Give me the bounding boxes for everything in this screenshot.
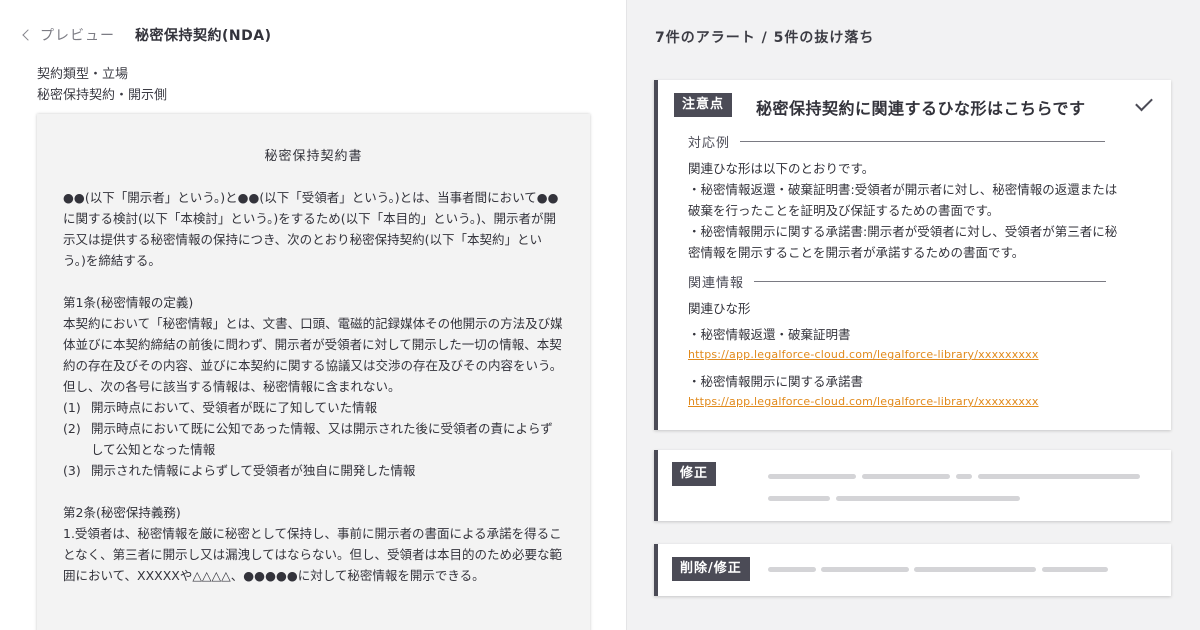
item-text: 開示された情報によらずして受領者が独自に開発した情報 <box>91 463 416 478</box>
item-text: 開示時点において既に公知であった情報、又は開示された後に受領者の責によらずして公… <box>91 421 553 457</box>
article2-body: 1.受領者は、秘密情報を厳に秘密として保持し、事前に開示者の書面による承諾を得る… <box>63 526 563 583</box>
response-line: ・秘密情報開示に関する承諾書:開示者が受領者に対し、受領者が第三者に秘密情報を開… <box>688 224 1118 260</box>
skeleton-line <box>768 474 856 479</box>
alert-card-delete-edit[interactable]: 削除/修正 <box>654 544 1171 596</box>
article1-heading: 第1条(秘密情報の定義) <box>63 295 194 310</box>
skeleton-line <box>956 474 972 479</box>
contract-type-value: 秘密保持契約・開示側 <box>37 88 168 103</box>
item-text: 開示時点において、受領者が既に了知していた情報 <box>91 400 378 415</box>
related-heading: 関連ひな形 <box>688 301 751 316</box>
skeleton-line <box>914 567 1036 572</box>
article1-item: (3) 開示された情報によらずして受領者が独自に開発した情報 <box>63 460 564 481</box>
item-number: (2) <box>63 421 81 436</box>
skeleton-line <box>768 567 816 572</box>
related-template-label: ・秘密情報開示に関する承諾書 <box>688 374 864 389</box>
related-template-link-wrap: https://app.legalforce-cloud.com/legalfo… <box>688 343 1118 365</box>
contract-type-label: 契約類型・立場 <box>37 67 129 82</box>
response-text: 関連ひな形は以下のとおりです。 ・秘密情報返還・破棄証明書:受領者が開示者に対し… <box>688 158 1118 263</box>
contract-meta: 契約類型・立場 秘密保持契約・開示側 <box>37 64 167 106</box>
response-line: ・秘密情報返還・破棄証明書:受領者が開示者に対し、秘密情報の返還または破棄を行っ… <box>688 182 1118 218</box>
article2-heading: 第2条(秘密保持義務) <box>63 505 181 520</box>
related-template-link-wrap: https://app.legalforce-cloud.com/legalfo… <box>688 390 1118 412</box>
preview-pane: プレビュー 秘密保持契約(NDA) 契約類型・立場 秘密保持契約・開示側 秘密保… <box>0 0 626 630</box>
document-paper: 秘密保持契約書 ●●(以下「開示者」という。)と●●(以下「受領者」という。)と… <box>37 114 590 630</box>
section-label: 関連情報 <box>688 276 745 291</box>
preview-header: プレビュー 秘密保持契約(NDA) <box>20 25 271 45</box>
alert-title: 秘密保持契約に関連するひな形はこちらです <box>756 99 1086 118</box>
skeleton-line <box>821 567 909 572</box>
alert-card-notice[interactable]: 注意点 秘密保持契約に関連するひな形はこちらです 対応例 関連ひな形は以下のとお… <box>654 80 1171 430</box>
skeleton-line <box>862 474 950 479</box>
alert-badge: 注意点 <box>674 93 733 117</box>
skeleton-line <box>978 474 1140 479</box>
check-icon[interactable] <box>1135 93 1153 112</box>
back-label: プレビュー <box>40 28 115 44</box>
document-title: 秘密保持契約(NDA) <box>135 28 272 44</box>
skeleton-line <box>836 496 1020 501</box>
intro-paragraph: ●●(以下「開示者」という。)と●●(以下「受領者」という。)とは、当事者間にお… <box>63 190 559 268</box>
alert-summary: 7件のアラート / 5件の抜け落ち <box>655 30 875 46</box>
section-related: 関連情報 <box>688 272 1107 291</box>
paper-title: 秘密保持契約書 <box>264 149 363 164</box>
chevron-left-icon <box>22 29 34 41</box>
article1-item: (1) 開示時点において、受領者が既に了知していた情報 <box>63 397 564 418</box>
related-template-link[interactable]: https://app.legalforce-cloud.com/legalfo… <box>688 348 1039 361</box>
back-link[interactable]: プレビュー <box>20 25 115 45</box>
alert-badge: 修正 <box>672 462 717 486</box>
item-number: (3) <box>63 463 81 478</box>
section-label: 対応例 <box>688 136 731 151</box>
skeleton-line <box>768 496 830 501</box>
related-template-label: ・秘密情報返還・破棄証明書 <box>688 327 851 342</box>
article1-item: (2) 開示時点において既に公知であった情報、又は開示された後に受領者の責によら… <box>63 418 564 460</box>
section-divider <box>740 141 1106 142</box>
related-template-link[interactable]: https://app.legalforce-cloud.com/legalfo… <box>688 395 1039 408</box>
item-number: (1) <box>63 400 81 415</box>
alert-badge: 削除/修正 <box>672 557 750 581</box>
section-divider <box>754 281 1107 282</box>
alert-panel: 7件のアラート / 5件の抜け落ち 注意点 秘密保持契約に関連するひな形はこちら… <box>626 0 1200 630</box>
alert-card-edit[interactable]: 修正 <box>654 450 1171 521</box>
section-response: 対応例 <box>688 132 1106 151</box>
article1-body: 本契約において「秘密情報」とは、文書、口頭、電磁的記録媒体その他開示の方法及び媒… <box>63 316 563 394</box>
skeleton-line <box>1042 567 1108 572</box>
response-line: 関連ひな形は以下のとおりです。 <box>688 161 875 176</box>
